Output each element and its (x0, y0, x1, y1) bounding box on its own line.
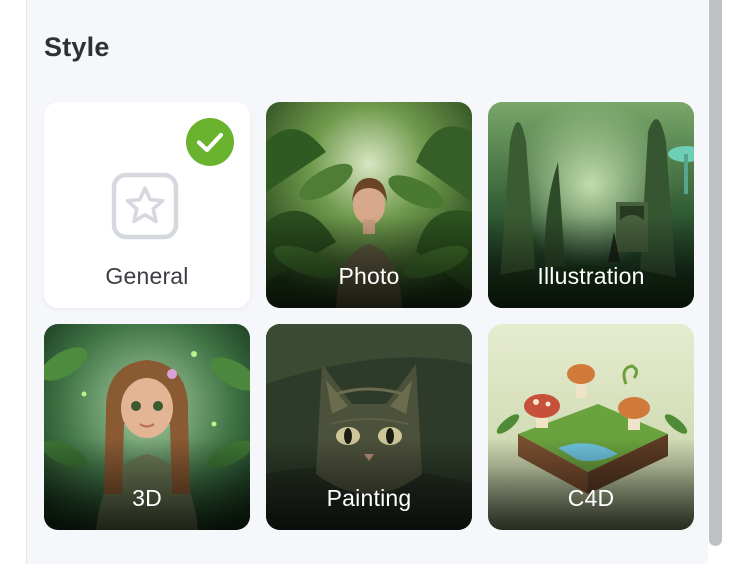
style-label: 3D (132, 485, 162, 511)
style-option-general[interactable]: General (44, 102, 250, 308)
style-label: C4D (567, 485, 615, 511)
style-grid: General Photo Illustration 3D Painting C… (44, 102, 694, 530)
style-option-c4d[interactable]: C4D (488, 324, 694, 530)
style-option-3d[interactable]: 3D (44, 324, 250, 530)
section-title: Style (44, 32, 110, 62)
label-gradient (266, 438, 472, 530)
label-gradient (44, 438, 250, 530)
label-gradient (488, 216, 694, 308)
style-option-photo[interactable]: Photo (266, 102, 472, 308)
style-option-illustration[interactable]: Illustration (488, 102, 694, 308)
style-label: General (105, 263, 189, 289)
style-option-painting[interactable]: Painting (266, 324, 472, 530)
scrollbar-thumb[interactable] (709, 0, 722, 546)
label-gradient (488, 438, 694, 530)
checkmark-icon (186, 118, 234, 166)
label-gradient (266, 216, 472, 308)
style-label: Photo (338, 263, 400, 289)
style-label: Painting (326, 485, 412, 511)
star-icon (111, 172, 179, 240)
style-label: Illustration (537, 263, 645, 289)
